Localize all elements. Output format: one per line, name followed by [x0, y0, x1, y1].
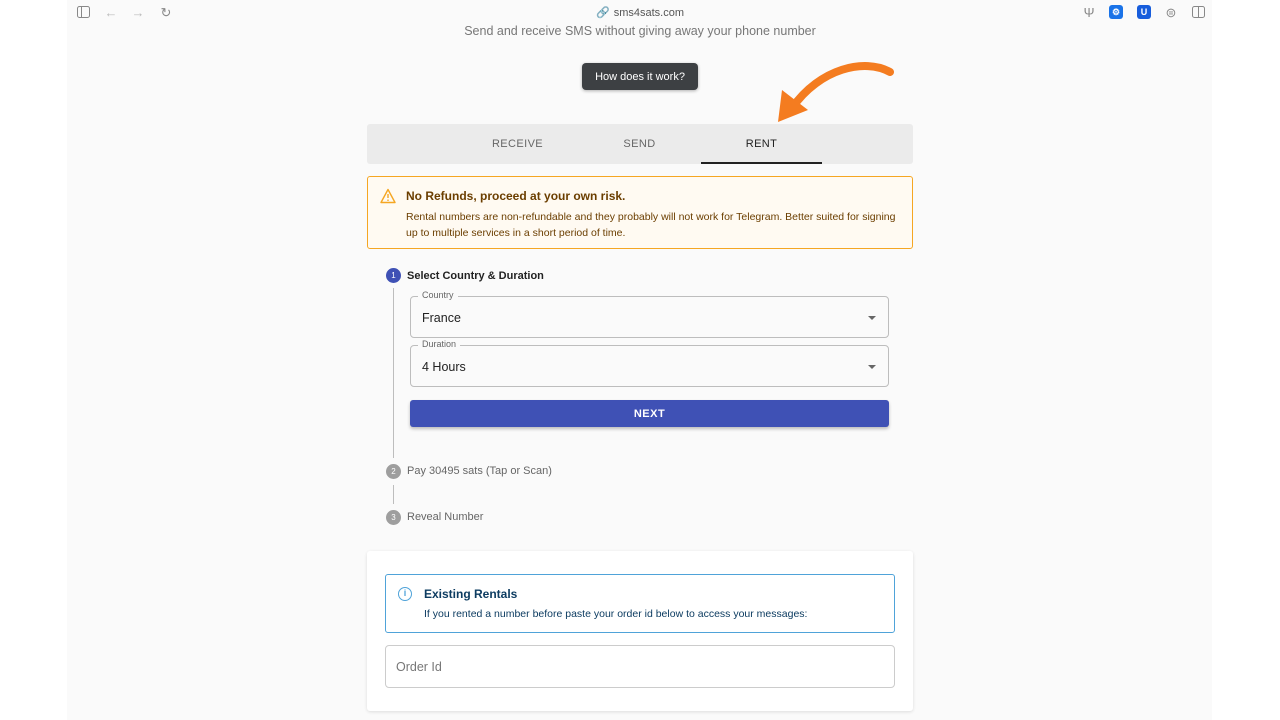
- url-text: sms4sats.com: [613, 7, 684, 19]
- next-button[interactable]: NEXT: [410, 400, 889, 427]
- existing-rentals-card: i Existing Rentals If you rented a numbe…: [367, 551, 913, 711]
- step-2-label: Pay 30495 sats (Tap or Scan): [407, 465, 552, 477]
- extension-shield-icon[interactable]: U: [1137, 5, 1151, 19]
- mode-tabs: RECEIVE SEND RENT: [367, 124, 913, 164]
- tab-rent[interactable]: RENT: [701, 124, 822, 164]
- info-icon: i: [398, 587, 412, 601]
- duration-label: Duration: [418, 339, 461, 349]
- stepper-connector: [393, 288, 394, 458]
- split-view-icon[interactable]: [1191, 6, 1205, 20]
- step-3-label: Reveal Number: [407, 511, 484, 523]
- order-id-input[interactable]: [385, 645, 895, 688]
- chevron-down-icon: [868, 365, 876, 369]
- extension-gear-icon[interactable]: ⚙: [1109, 5, 1123, 19]
- duration-value: 4 Hours: [422, 360, 466, 374]
- alert-title: No Refunds, proceed at your own risk.: [406, 189, 626, 203]
- no-refunds-alert: No Refunds, proceed at your own risk. Re…: [367, 176, 913, 249]
- page-subtitle: Send and receive SMS without giving away…: [464, 24, 816, 38]
- chevron-down-icon: [868, 316, 876, 320]
- country-value: France: [422, 311, 461, 325]
- country-label: Country: [418, 290, 458, 300]
- step-1-label: Select Country & Duration: [407, 270, 544, 282]
- warning-icon: [380, 188, 396, 204]
- tab-send[interactable]: SEND: [579, 124, 700, 164]
- existing-rentals-title: Existing Rentals: [424, 587, 518, 601]
- existing-rentals-text: If you rented a number before paste your…: [424, 608, 808, 620]
- step-3-number: 3: [386, 510, 401, 525]
- extension-list-icon[interactable]: ⊜: [1164, 6, 1178, 20]
- existing-rentals-info: i Existing Rentals If you rented a numbe…: [385, 574, 895, 633]
- step-1-number: 1: [386, 268, 401, 283]
- how-it-works-button[interactable]: How does it work?: [582, 63, 698, 90]
- country-select[interactable]: Country France: [410, 290, 889, 338]
- link-icon: 🔗: [596, 7, 610, 19]
- step-2-number: 2: [386, 464, 401, 479]
- stepper-connector: [393, 485, 394, 504]
- annotation-arrow-icon: [778, 62, 894, 122]
- tab-receive[interactable]: RECEIVE: [457, 124, 578, 164]
- extension-fork-icon[interactable]: Ψ: [1082, 6, 1096, 20]
- alert-text: Rental numbers are non-refundable and th…: [406, 211, 896, 239]
- duration-select[interactable]: Duration 4 Hours: [410, 339, 889, 387]
